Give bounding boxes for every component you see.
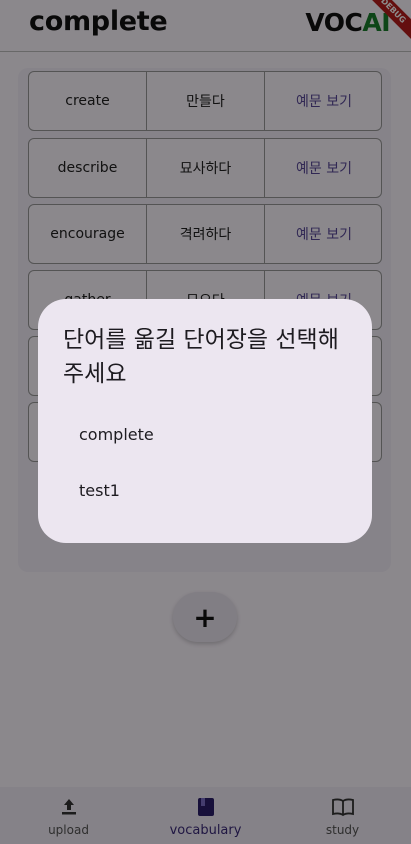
move-word-dialog: 단어를 옮길 단어장을 선택해 주세요 complete test1 xyxy=(38,299,372,543)
vocab-option[interactable]: complete xyxy=(79,425,154,444)
vocab-option[interactable]: test1 xyxy=(79,481,120,500)
dialog-title: 단어를 옮길 단어장을 선택해 주세요 xyxy=(63,327,339,387)
